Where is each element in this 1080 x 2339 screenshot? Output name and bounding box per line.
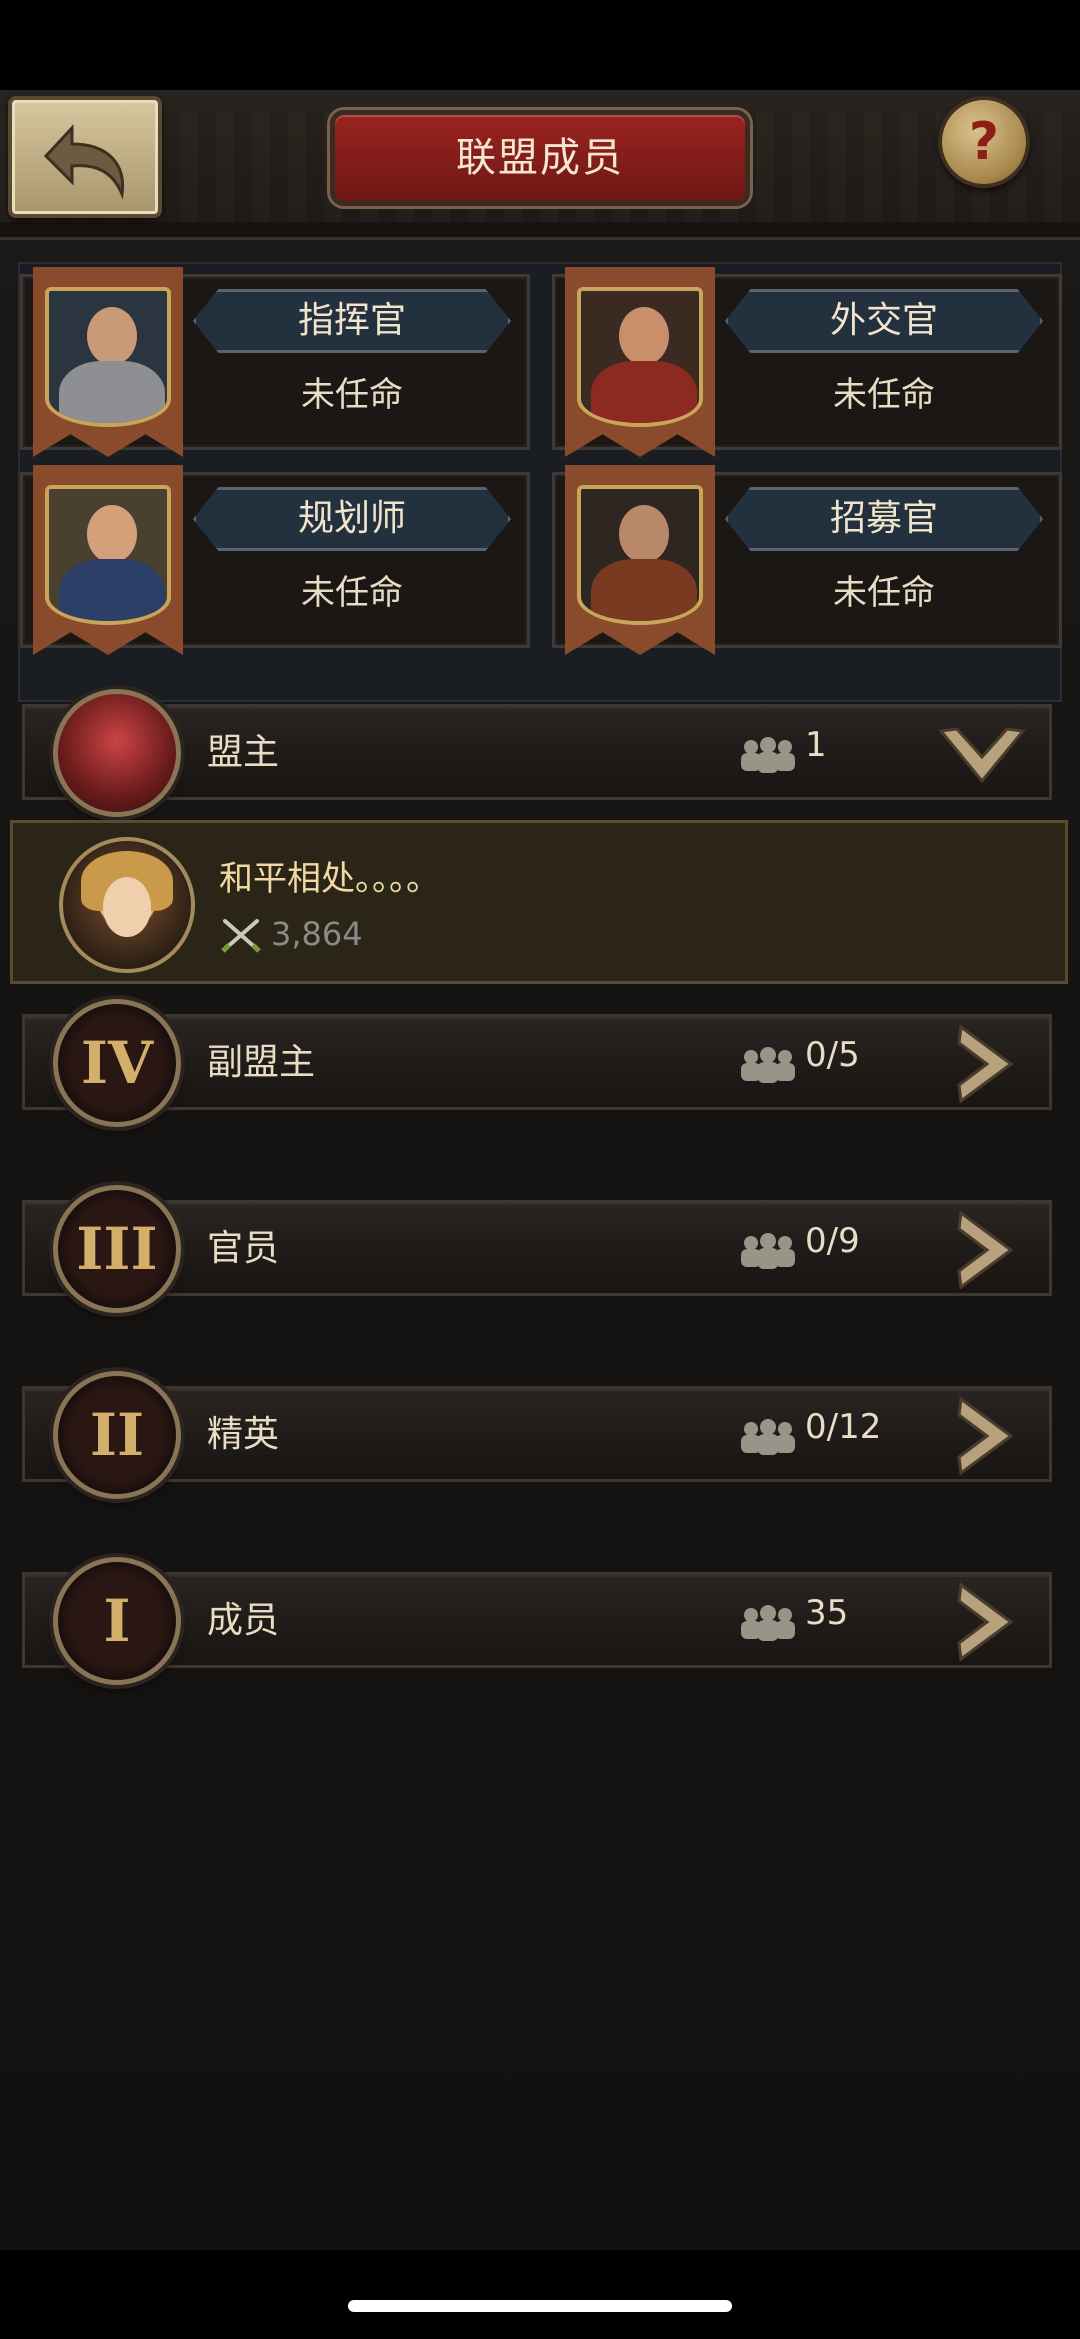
rank-medal: IV [53, 999, 181, 1127]
rank-row-leader[interactable]: 盟主 1 [22, 689, 1052, 817]
chevron-right-icon[interactable] [937, 1579, 1027, 1665]
rank-medal-numeral: III [76, 1215, 158, 1283]
commander-portrait-icon [45, 287, 171, 427]
header: 联盟成员 ? [0, 90, 1080, 240]
officer-card-planner[interactable]: 规划师 未任命 [20, 465, 530, 655]
rank-label: 官员 [207, 1228, 280, 1269]
rank-row-officer[interactable]: III 官员 0/9 [22, 1185, 1052, 1313]
officer-status: 未任命 [301, 573, 403, 613]
officer-status: 未任命 [833, 573, 935, 613]
back-arrow-icon [43, 124, 125, 200]
rank-count: 1 [805, 725, 827, 765]
title-plate: 联盟成员 [330, 110, 750, 206]
member-name: 和平相处。。。。 [219, 859, 440, 899]
rank-count: 0/12 [805, 1407, 882, 1447]
officer-area: 指挥官 未任命 外交官 未任命 规划师 未任命 招募官 未任命 [18, 262, 1062, 702]
diplomat-portrait-icon [577, 287, 703, 427]
officer-card-commander[interactable]: 指挥官 未任命 [20, 267, 530, 457]
crossed-swords-icon [221, 919, 261, 953]
rank-medal-numeral: I [103, 1587, 131, 1655]
rank-label: 副盟主 [207, 1042, 316, 1083]
officer-role: 外交官 [829, 300, 938, 341]
rank-medal: III [53, 1185, 181, 1313]
role-ribbon: 招募官 [725, 487, 1043, 551]
help-icon: ? [968, 112, 1000, 172]
planner-portrait-icon [45, 485, 171, 625]
content-area: 指挥官 未任命 外交官 未任命 规划师 未任命 招募官 未任命 盟主 1 和平相… [0, 240, 1080, 2250]
rank-label: 成员 [207, 1600, 280, 1641]
chevron-right-icon[interactable] [937, 1393, 1027, 1479]
rank-medal: II [53, 1371, 181, 1499]
chevron-down-icon[interactable] [937, 711, 1027, 797]
chevron-right-icon[interactable] [937, 1207, 1027, 1293]
officer-status: 未任命 [301, 375, 403, 415]
recruiter-portrait-icon [577, 485, 703, 625]
home-indicator[interactable] [348, 2300, 732, 2312]
rank-count: 35 [805, 1593, 849, 1633]
rank-medal-numeral: II [89, 1401, 145, 1469]
role-ribbon: 规划师 [193, 487, 511, 551]
rank-medal: I [53, 1557, 181, 1685]
officer-card-diplomat[interactable]: 外交官 未任命 [552, 267, 1062, 457]
officer-status: 未任命 [833, 375, 935, 415]
officer-role: 规划师 [297, 498, 406, 539]
members-icon [741, 1605, 795, 1641]
members-icon [741, 1233, 795, 1269]
members-icon [741, 1419, 795, 1455]
rank-count: 0/9 [805, 1221, 860, 1261]
rank-label: 精英 [207, 1414, 280, 1455]
chevron-right-icon[interactable] [937, 1021, 1027, 1107]
member-power: 3,864 [271, 915, 363, 953]
back-button[interactable] [8, 96, 162, 218]
role-ribbon: 外交官 [725, 289, 1043, 353]
status-bar [0, 0, 1080, 90]
members-icon [741, 737, 795, 773]
role-ribbon: 指挥官 [193, 289, 511, 353]
leader-rank-avatar-icon [53, 689, 181, 817]
officer-role: 招募官 [829, 498, 938, 539]
rank-row-elite[interactable]: II 精英 0/12 [22, 1371, 1052, 1499]
leader-member-row[interactable]: 和平相处。。。。 3,864 [10, 820, 1068, 984]
rank-row-member[interactable]: I 成员 35 [22, 1557, 1052, 1685]
members-icon [741, 1047, 795, 1083]
officer-role: 指挥官 [297, 300, 406, 341]
help-button[interactable]: ? [938, 96, 1030, 188]
officer-card-recruiter[interactable]: 招募官 未任命 [552, 465, 1062, 655]
rank-medal-numeral: IV [80, 1029, 154, 1097]
rank-count: 0/5 [805, 1035, 860, 1075]
rank-row-vice-leader[interactable]: IV 副盟主 0/5 [22, 999, 1052, 1127]
rank-label: 盟主 [207, 732, 280, 773]
page-title: 联盟成员 [456, 135, 624, 181]
avatar [59, 837, 195, 973]
